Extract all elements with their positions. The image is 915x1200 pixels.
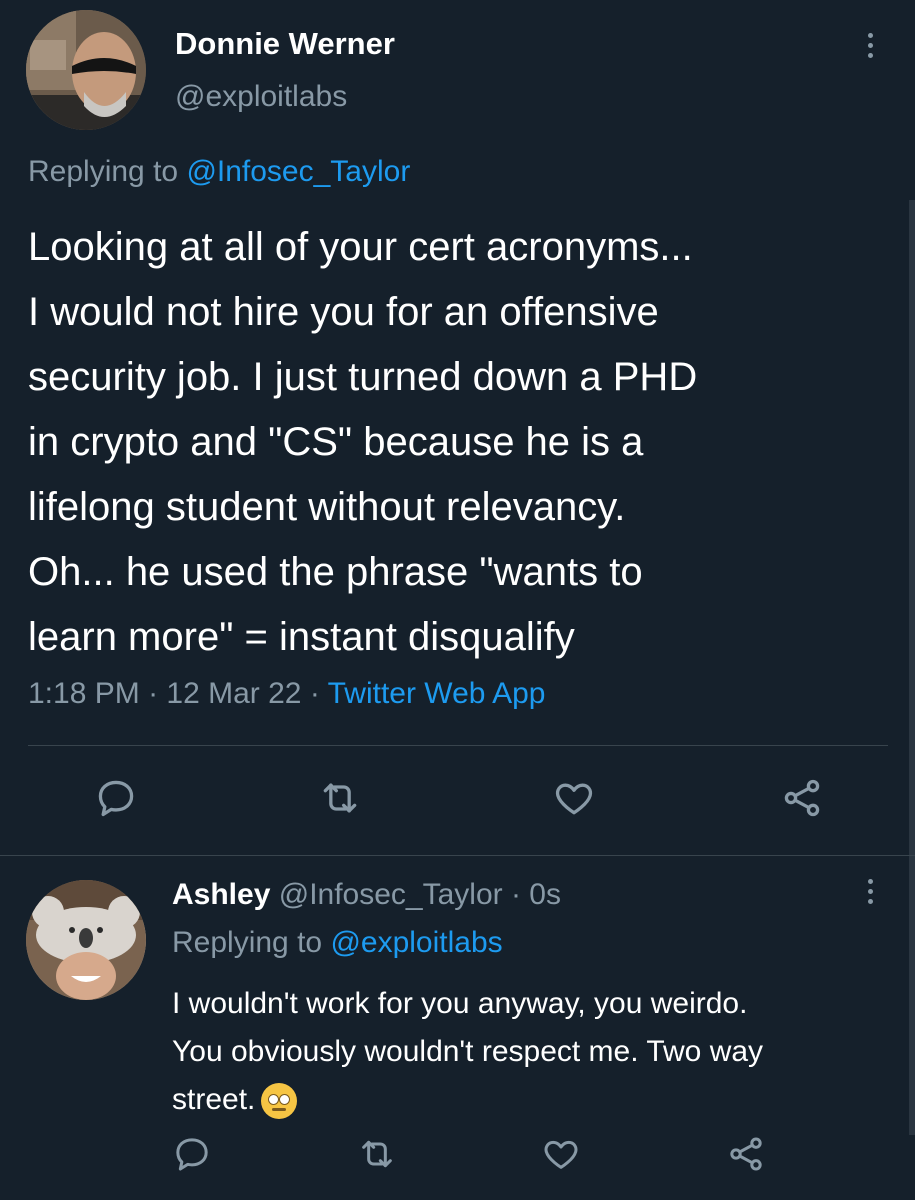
more-options-icon[interactable] — [860, 879, 880, 904]
tweet-time[interactable]: 1:18 PM — [28, 677, 140, 710]
tweet-text-segment: street. — [172, 1083, 256, 1116]
tweet-text-line: lifelong student without relevancy. — [28, 485, 626, 529]
tweet-meta: 1:18 PM · 12 Mar 22 · Twitter Web App — [28, 677, 546, 711]
share-icon[interactable] — [780, 776, 824, 820]
tweet-text: Looking at all of your cert acronyms... … — [28, 215, 898, 670]
author-handle[interactable]: @Infosec_Taylor — [279, 878, 503, 911]
tweet-date[interactable]: 12 Mar 22 — [166, 677, 301, 710]
tweet-text-line: I wouldn't work for you anyway, you weir… — [172, 987, 748, 1020]
tweet-source[interactable]: Twitter Web App — [328, 677, 546, 710]
tweet-text-line: Oh... he used the phrase "wants to — [28, 550, 643, 594]
avatar[interactable] — [26, 880, 146, 1000]
replying-to-label: Replying to — [172, 926, 331, 959]
like-icon[interactable] — [541, 1134, 581, 1174]
meta-separator: · — [502, 878, 530, 911]
avatar[interactable] — [26, 10, 146, 130]
author-name[interactable]: Donnie Werner — [175, 26, 395, 62]
tweet-text-line: Looking at all of your cert acronyms... — [28, 225, 693, 269]
tweet-text-line: I would not hire you for an offensive — [28, 290, 659, 334]
reply-header: Ashley @Infosec_Taylor · 0s — [172, 878, 561, 912]
avatar-photo — [26, 880, 146, 1000]
author-name[interactable]: Ashley — [172, 878, 270, 911]
retweet-icon[interactable] — [318, 776, 362, 820]
tweet-text-line: in crypto and "CS" because he is a — [28, 420, 644, 464]
author-handle[interactable]: @exploitlabs — [175, 80, 347, 114]
retweet-icon[interactable] — [357, 1134, 397, 1174]
reply-icon[interactable] — [172, 1134, 212, 1174]
divider — [28, 745, 888, 746]
share-icon[interactable] — [726, 1134, 766, 1174]
more-options-icon[interactable] — [860, 33, 880, 58]
tweet-text-line: street. — [172, 1076, 902, 1124]
reply-icon[interactable] — [94, 776, 138, 820]
tweet-text-line: You obviously wouldn't respect me. Two w… — [172, 1035, 764, 1068]
meta-separator: · — [301, 677, 328, 710]
main-tweet: Donnie Werner @exploitlabs Replying to @… — [0, 0, 915, 855]
face-with-rolling-eyes-emoji — [261, 1083, 298, 1120]
replying-to-link[interactable]: @exploitlabs — [330, 926, 502, 959]
tweet-age[interactable]: 0s — [529, 878, 561, 911]
avatar-photo — [26, 10, 146, 130]
replying-to-link[interactable]: @Infosec_Taylor — [186, 155, 410, 188]
replying-to-line: Replying to @Infosec_Taylor — [28, 155, 410, 189]
tweet-text-line: security job. I just turned down a PHD — [28, 355, 698, 399]
tweet-text-line: learn more" = instant disqualify — [28, 615, 575, 659]
meta-separator: · — [139, 677, 167, 710]
replying-to-label: Replying to — [28, 155, 187, 188]
tweet-text: I wouldn't work for you anyway, you weir… — [172, 980, 902, 1124]
divider — [0, 855, 915, 856]
replying-to-line: Replying to @exploitlabs — [172, 926, 503, 960]
like-icon[interactable] — [552, 776, 596, 820]
